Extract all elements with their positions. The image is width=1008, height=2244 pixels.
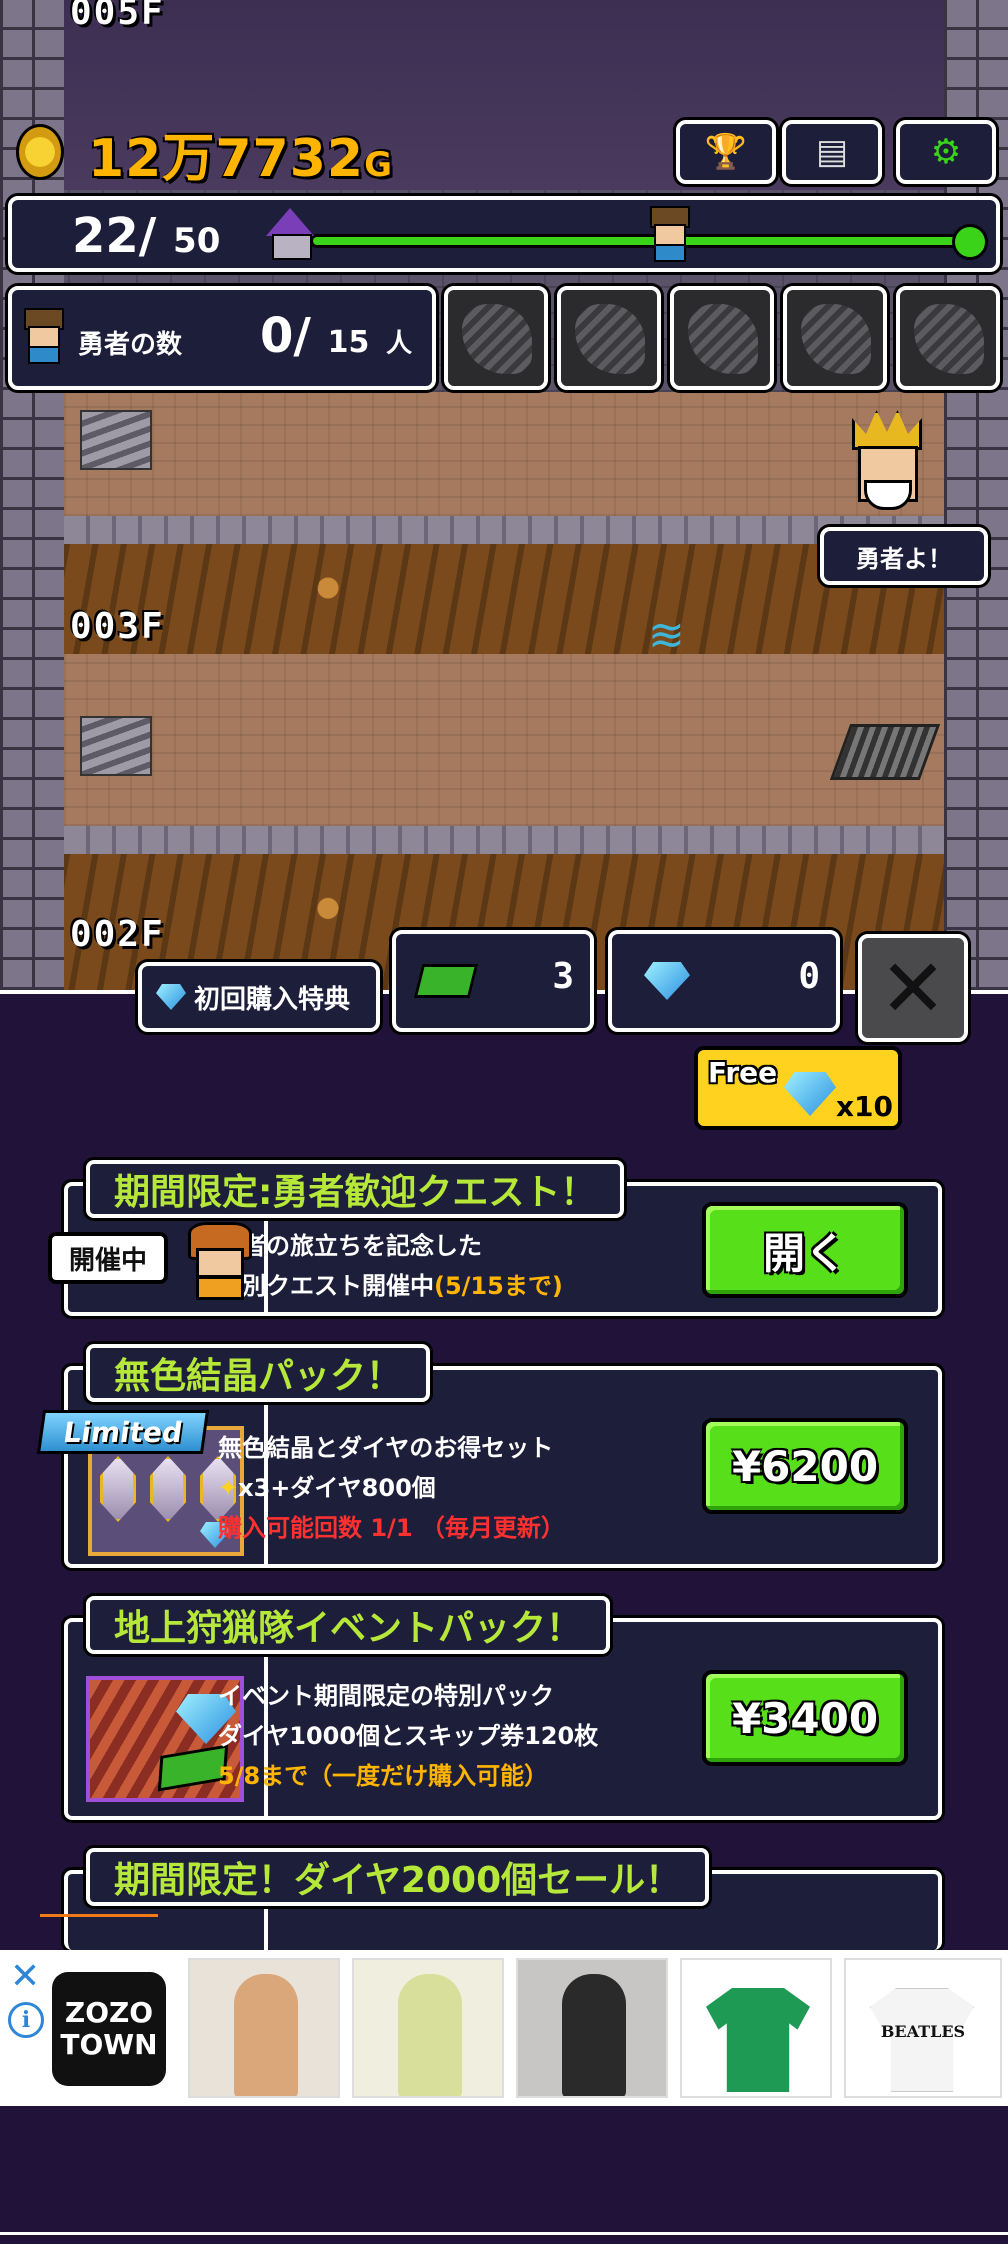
shirt-print: BEATLES	[880, 2022, 966, 2041]
floor-label-005: 005F	[70, 0, 165, 33]
diamond-icon	[156, 984, 186, 1010]
monster-slot-helmet[interactable]	[444, 286, 548, 390]
card-title: 期間限定:勇者歓迎クエスト！	[86, 1160, 625, 1218]
ad-product-5[interactable]: BEATLES	[844, 1958, 1002, 2098]
card-description: 勇者の旅立ちを記念した 特別クエスト開催中(5/15まで)	[218, 1232, 563, 1300]
ad-product-3[interactable]	[516, 1958, 668, 2098]
ticket-counter: 3	[392, 930, 594, 1032]
ad-info-icon[interactable]: i	[8, 2002, 44, 2038]
log-button[interactable]: ▤	[782, 120, 882, 184]
free-diamonds-button[interactable]: Free x10	[694, 1046, 902, 1130]
hero-position-icon	[648, 206, 692, 264]
buy-hunting-pack-button[interactable]: ¥3400	[702, 1670, 908, 1766]
hero-icon	[22, 308, 68, 370]
skip-ticket-icon	[413, 964, 479, 998]
trophy-icon: 🏆	[704, 132, 748, 172]
trophy-button[interactable]: 🏆	[676, 120, 776, 184]
ad-banner[interactable]: ✕ i ZOZO TOWN BEATLES	[0, 1950, 1008, 2106]
house-icon	[262, 208, 318, 264]
diamond-icon	[644, 962, 690, 1000]
floor-label-002: 002F	[70, 914, 165, 955]
card-title: 無色結晶パック！	[86, 1344, 431, 1402]
ad-product-1[interactable]	[188, 1958, 340, 2098]
progress-track	[310, 234, 972, 248]
bottom-area	[0, 2106, 1008, 2244]
in-progress-badge: 開催中	[48, 1232, 168, 1284]
ad-product-4[interactable]	[680, 1958, 832, 2098]
sparkle-icon: ✦	[218, 1474, 239, 1502]
close-ad-icon[interactable]: ✕	[10, 1956, 40, 1997]
monster-slot-serpent[interactable]	[670, 286, 774, 390]
progress-count: 22/ 50	[72, 208, 221, 264]
coin-icon	[16, 124, 64, 180]
floor-003-ground	[64, 654, 944, 826]
card-title: 期間限定！ダイヤ2000個セール！	[86, 1848, 710, 1906]
floor-004-ground	[64, 392, 944, 516]
floor-ledge	[64, 826, 944, 854]
buy-crystal-pack-button[interactable]: ¥6200	[702, 1418, 908, 1514]
card-title: 地上狩猟隊イベントパック！	[86, 1596, 611, 1654]
floor-ledge	[64, 516, 944, 544]
open-quest-button[interactable]: 開く	[702, 1202, 908, 1298]
king-character[interactable]	[838, 410, 938, 520]
limited-badge: Limited	[36, 1410, 210, 1454]
close-shop-button[interactable]: ✕	[858, 934, 968, 1042]
monster-slot-beast[interactable]	[783, 286, 887, 390]
gear-icon: ⚙	[930, 132, 962, 172]
crown-icon	[852, 410, 922, 450]
card-description: 無色結晶とダイヤのお得セット ✦x3+ダイヤ800個 購入可能回数 1/1 （毎…	[218, 1434, 565, 1542]
card-description: イベント期間限定の特別パック ダイヤ1000個とスキップ券120枚 5/8まで（…	[218, 1682, 599, 1790]
diamond-icon	[784, 1072, 836, 1116]
progress-end-marker	[952, 224, 988, 260]
heroes-count-panel: 勇者の数 0/ 15 人	[8, 286, 436, 390]
first-purchase-bonus-tab[interactable]: 初回購入特典	[138, 962, 380, 1032]
hero-girl-thumbnail	[182, 1222, 258, 1302]
monster-slot-bird[interactable]	[896, 286, 1000, 390]
settings-button[interactable]: ⚙	[896, 120, 996, 184]
floor-progress-panel: 22/ 50	[8, 196, 1000, 272]
king-speech-bubble: 勇者よ！	[820, 527, 988, 585]
gold-amount: 12万7732G	[88, 129, 394, 189]
ad-product-2[interactable]	[352, 1958, 504, 2098]
water-drop-icon: ≋	[648, 610, 685, 661]
monster-slot-dragon[interactable]	[557, 286, 661, 390]
zozotown-logo[interactable]: ZOZO TOWN	[52, 1972, 166, 2086]
heroes-count: 0/ 15 人	[260, 308, 413, 364]
stairs-icon[interactable]	[80, 410, 152, 470]
document-icon: ▤	[815, 132, 849, 172]
floor-003-rock	[64, 544, 944, 654]
floor-label-003: 003F	[70, 606, 165, 647]
stairs-icon[interactable]	[80, 716, 152, 776]
ticket-count: 3	[552, 956, 574, 997]
diamond-count: 0	[798, 956, 820, 997]
heroes-label: 勇者の数	[78, 330, 183, 360]
diamond-counter: 0	[608, 930, 840, 1032]
